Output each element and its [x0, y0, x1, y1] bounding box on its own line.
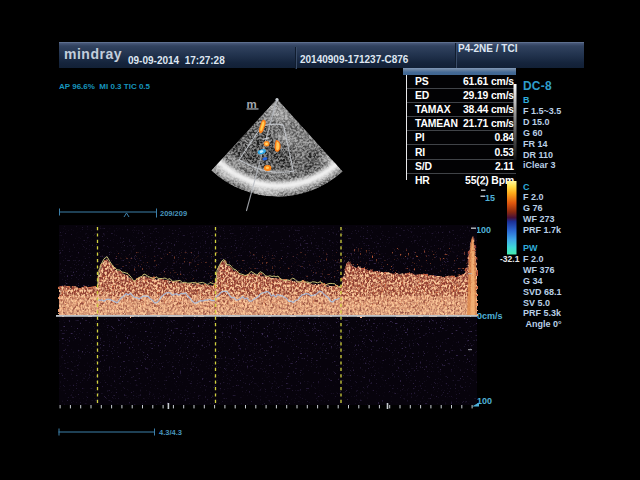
svg-text:m: m: [247, 98, 257, 110]
